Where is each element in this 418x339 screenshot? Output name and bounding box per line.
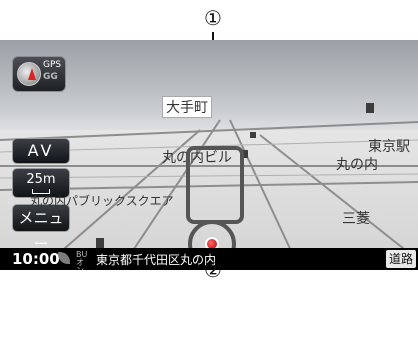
gps-label: GPS [43,60,62,70]
map-label-plaza: 丸の内パブリックスクエア [30,194,174,208]
callout-2: ② [204,258,222,282]
navigation-map-screen[interactable]: GPS GG AV 25m メニュー 大手町 丸の内ビル 東京駅 丸の内 丸の内… [0,40,418,270]
map-label-tokyo-station: 東京駅 [368,139,410,155]
clock: 10:00 [12,250,60,268]
av-button[interactable]: AV [12,138,70,164]
current-address: 東京都千代田区丸の内 [96,253,217,267]
map-label-otemachi: 大手町 [162,96,212,118]
map-scale-label: 25m [26,172,56,187]
map-label-mitsubishi: 三菱 [342,211,370,227]
compass-icon [17,62,41,86]
vics-status-badge: BU オン [76,250,88,271]
building-highlight-frame [186,146,244,224]
road-switch-button[interactable]: 道路 [385,250,416,268]
map-label-marunouchi: 丸の内 [336,157,378,173]
gps-button[interactable]: GPS GG [12,56,66,92]
eco-leaf-icon [58,252,70,264]
gps-sublabel: GG [43,72,58,82]
callout-1: ① [204,6,222,30]
